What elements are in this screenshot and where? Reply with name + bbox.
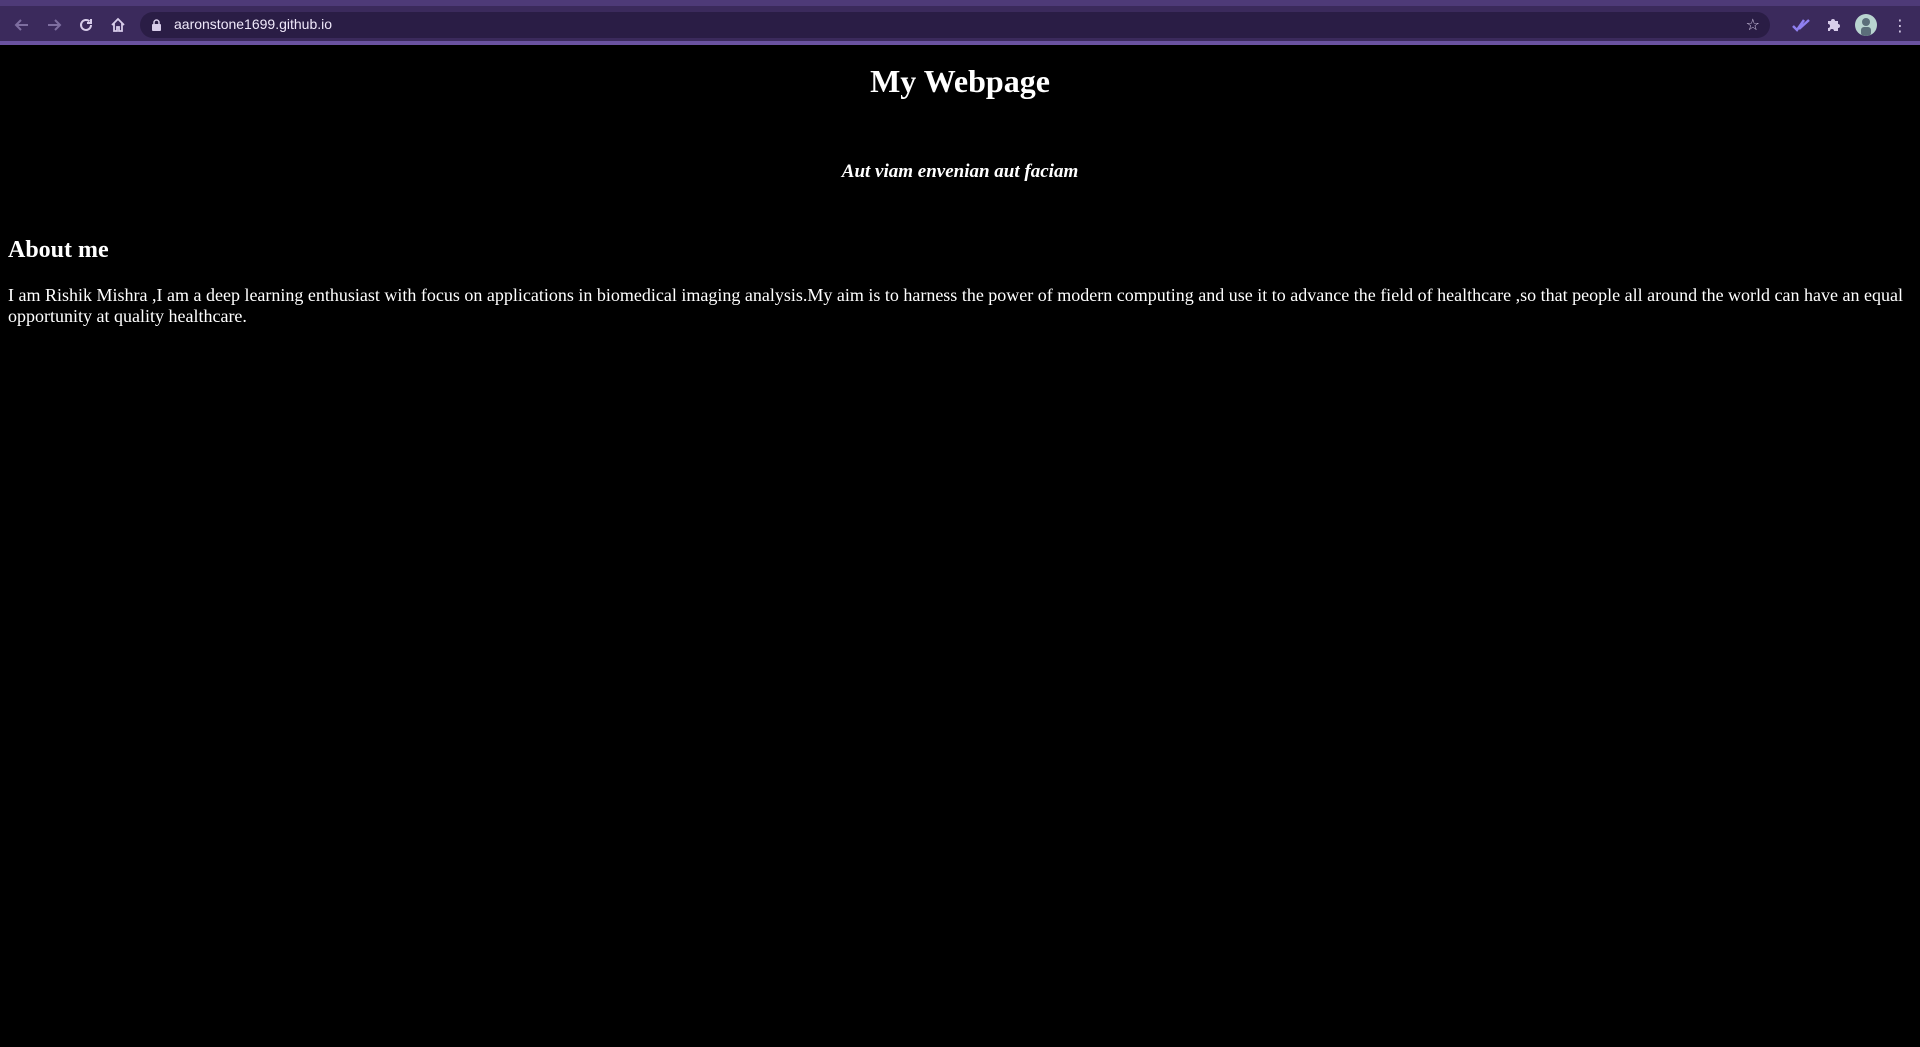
extension-check-icon[interactable] [1790,14,1812,36]
forward-arrow-icon[interactable] [40,11,68,39]
lock-icon [152,19,161,31]
url-text[interactable]: aaronstone1699.github.io [174,16,332,32]
browser-toolbar: aaronstone1699.github.io ☆ ⋮ [0,0,1920,45]
page-content: My Webpage Aut viam envenian aut faciam … [0,45,1920,1047]
bookmark-star-icon[interactable]: ☆ [1746,15,1760,34]
reload-icon[interactable] [72,11,100,39]
page-title: My Webpage [870,63,1050,99]
back-arrow-icon[interactable] [8,11,36,39]
extensions-puzzle-icon[interactable] [1822,14,1844,36]
profile-avatar[interactable] [1855,14,1877,36]
motto-text: Aut viam envenian aut faciam [841,161,1079,182]
about-heading: About me [8,237,109,263]
kebab-menu-icon[interactable]: ⋮ [1890,14,1910,36]
about-paragraph: I am Rishik Mishra ,I am a deep learning… [8,285,1903,326]
address-bar[interactable]: aaronstone1699.github.io ☆ [140,12,1770,38]
home-icon[interactable] [104,11,132,39]
